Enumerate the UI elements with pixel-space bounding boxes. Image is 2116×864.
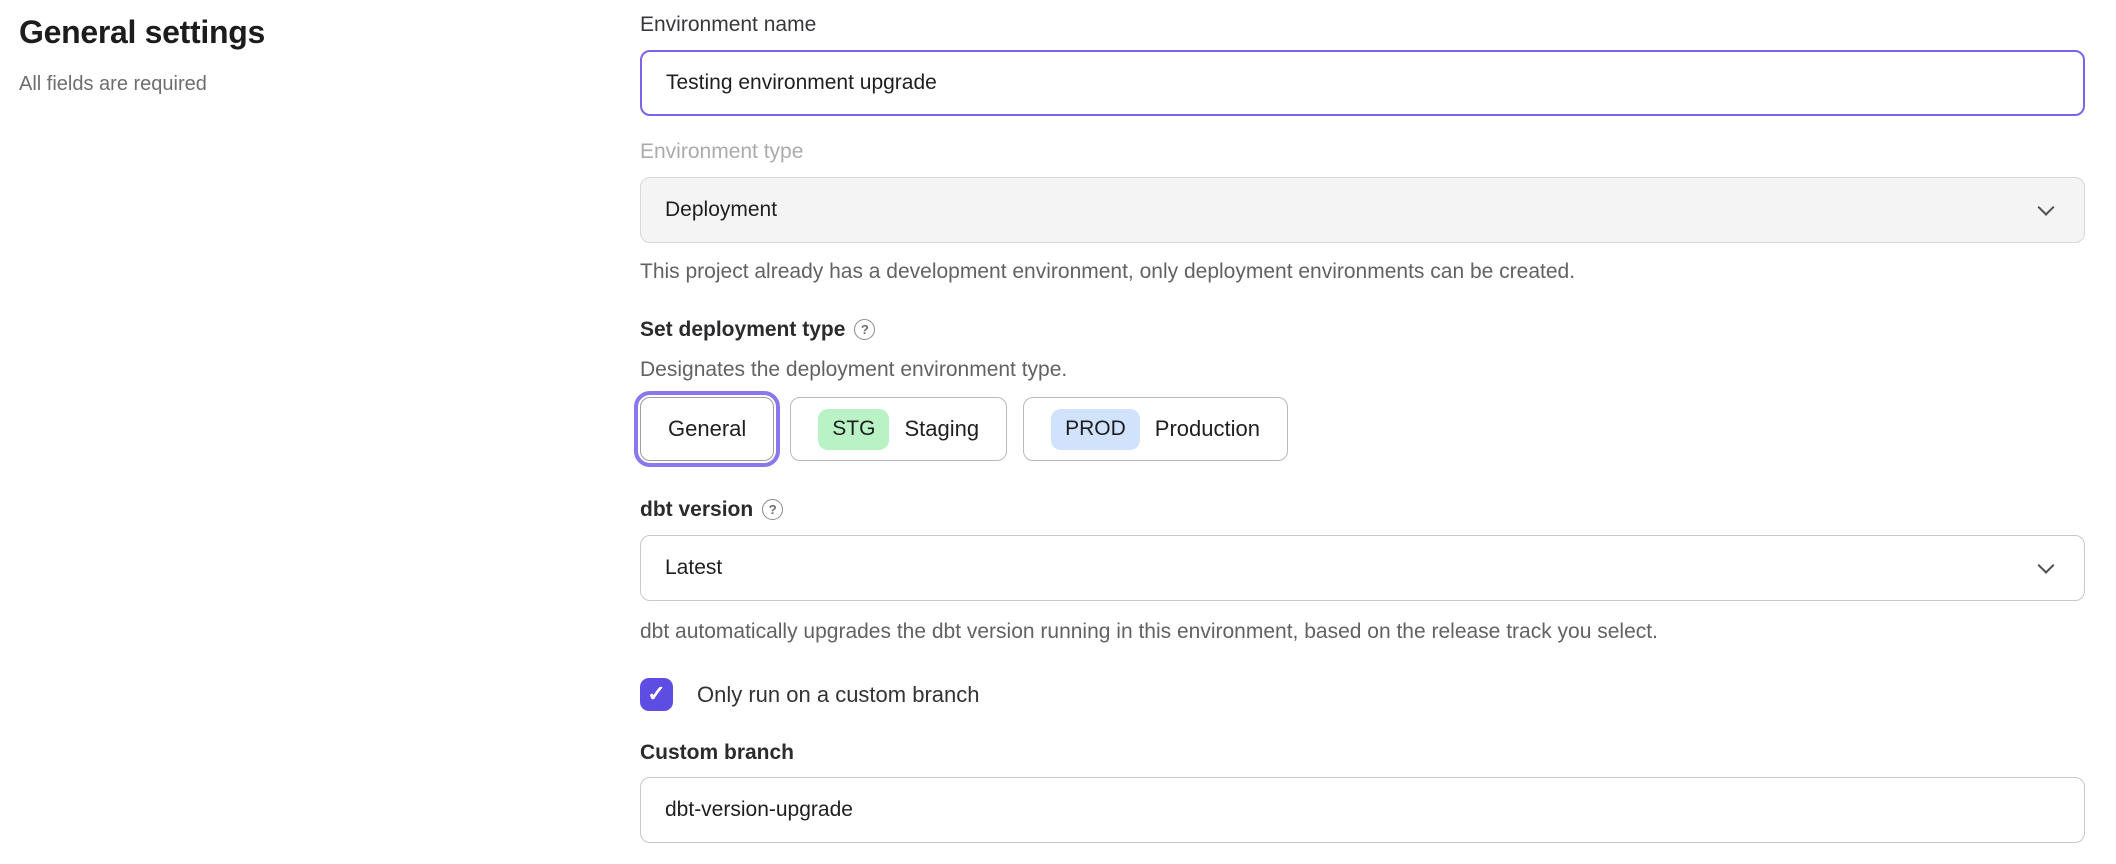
deployment-type-options: General STG Staging PROD Production (640, 397, 2085, 461)
deployment-type-general-button[interactable]: General (640, 397, 774, 461)
dbt-version-helper: dbt automatically upgrades the dbt versi… (640, 621, 2085, 642)
deployment-type-helper: Designates the deployment environment ty… (640, 359, 2085, 380)
custom-branch-checkbox[interactable]: ✓ (640, 678, 673, 711)
dbt-version-label-row: dbt version ? (640, 499, 2085, 520)
general-button-label: General (668, 416, 746, 442)
help-icon[interactable]: ? (762, 499, 783, 520)
deployment-type-staging-button[interactable]: STG Staging (790, 397, 1007, 461)
environment-settings-page: General settings All fields are required… (0, 0, 2116, 864)
custom-branch-label: Custom branch (640, 742, 2085, 763)
dbt-version-label: dbt version (640, 499, 753, 520)
dbt-version-select[interactable]: Latest (640, 535, 2085, 601)
settings-form: Environment name Environment type Deploy… (640, 0, 2085, 864)
environment-type-select: Deployment (640, 177, 2085, 243)
environment-name-label: Environment name (640, 14, 2085, 35)
environment-type-label: Environment type (640, 141, 2085, 162)
staging-badge: STG (818, 409, 889, 450)
page-subtitle: All fields are required (19, 73, 640, 96)
check-icon: ✓ (647, 683, 665, 705)
production-button-label: Production (1155, 416, 1260, 442)
chevron-down-icon (2038, 199, 2055, 216)
dbt-version-value: Latest (665, 556, 722, 580)
deployment-type-label: Set deployment type (640, 319, 845, 340)
production-badge: PROD (1051, 409, 1140, 450)
page-title: General settings (19, 14, 640, 51)
staging-button-label: Staging (904, 416, 979, 442)
help-icon[interactable]: ? (854, 319, 875, 340)
custom-branch-checkbox-row: ✓ Only run on a custom branch (640, 678, 2085, 711)
environment-type-value: Deployment (665, 198, 777, 222)
deployment-type-label-row: Set deployment type ? (640, 319, 2085, 340)
environment-type-helper: This project already has a development e… (640, 261, 2085, 282)
custom-branch-checkbox-label[interactable]: Only run on a custom branch (697, 682, 979, 708)
chevron-down-icon (2038, 557, 2055, 574)
settings-header-column: General settings All fields are required (0, 0, 640, 864)
custom-branch-input[interactable] (640, 777, 2085, 843)
deployment-type-production-button[interactable]: PROD Production (1023, 397, 1288, 461)
environment-name-input[interactable] (640, 50, 2085, 116)
